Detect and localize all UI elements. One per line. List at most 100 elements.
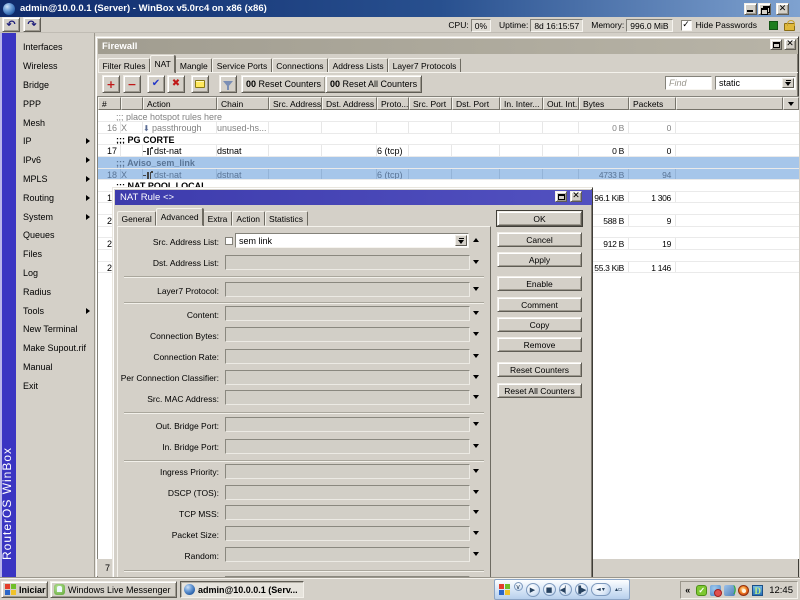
firewall-tab-nat[interactable]: NAT [149,55,176,73]
expand-arrow-icon[interactable] [473,552,479,556]
field-dropdown[interactable] [225,438,470,454]
media-previous-button[interactable]: ◀▏ [558,583,572,596]
close-icon[interactable]: ✕ [776,3,789,15]
tray-collapse-icon[interactable]: « [685,585,690,595]
sidebar-item-mpls[interactable]: MPLS [16,170,94,189]
firewall-close-icon[interactable]: ✕ [784,39,796,50]
tray-antivirus-shield-icon[interactable]: ✓ [696,584,708,596]
expand-arrow-icon[interactable] [473,311,479,315]
collapse-arrow-icon[interactable] [473,238,479,242]
undo-button[interactable]: ↶ [2,17,20,32]
enable-button[interactable]: Enable [497,276,582,291]
sidebar-item-queues[interactable]: Queues [16,226,94,245]
column-header-packets[interactable]: Packets [629,97,676,110]
sidebar-item-manual[interactable]: Manual [16,358,94,377]
dialog-maximize-icon[interactable] [555,191,567,202]
dialog-tab-statistics[interactable]: Statistics [264,211,308,226]
sidebar-item-files[interactable]: Files [16,245,94,264]
start-button[interactable]: Iniciar [1,581,48,598]
field-dropdown[interactable] [225,348,470,364]
column-header-in-inter-[interactable]: In. Inter... [500,97,543,110]
column-header-dst-port[interactable]: Dst. Port [452,97,500,110]
dialog-tab-general[interactable]: General [117,211,157,226]
dialog-close-icon[interactable]: ✕ [570,191,582,202]
column-header-proto-[interactable]: Proto... [377,97,409,110]
table-row-rule[interactable]: 17 dst-nat dstnat 6 (tcp) 0 B0 [98,145,799,158]
dialog-tab-advanced[interactable]: Advanced [156,208,204,226]
sidebar-item-exit[interactable]: Exit [16,376,94,395]
remove-button[interactable]: Remove [497,337,582,352]
enable-button[interactable]: ✔ [147,75,165,93]
sidebar-item-mesh[interactable]: Mesh [16,113,94,132]
expand-arrow-icon[interactable] [473,287,479,291]
field-dropdown[interactable] [225,327,470,343]
tray-messenger-status-icon[interactable] [710,584,723,597]
cancel-button[interactable]: Cancel [497,232,582,247]
field-dropdown[interactable] [225,254,470,270]
restore-icon[interactable] [758,3,771,15]
firewall-titlebar[interactable]: Firewall [98,39,798,54]
table-row-rule[interactable]: 18 Xdst-nat dstnat 6 (tcp) 4733 B 94 [98,168,799,181]
field-dropdown[interactable] [225,282,470,297]
dialog-titlebar[interactable]: NAT Rule <> [115,190,592,205]
field-dropdown[interactable] [225,505,470,521]
minimize-icon[interactable] [744,3,757,15]
firewall-tab-connections[interactable]: Connections [271,58,329,73]
media-stop-button[interactable]: ■ [542,583,556,596]
expand-arrow-icon[interactable] [473,422,479,427]
filter-select-arrow-icon[interactable] [782,78,794,88]
reset-all-counters-button[interactable]: Reset All Counters [497,383,582,398]
expand-arrow-icon[interactable] [473,489,479,494]
dialog-tab-action[interactable]: Action [231,211,265,226]
field-dropdown[interactable] [225,306,470,321]
column-header-icon[interactable] [121,97,143,110]
field-dropdown[interactable] [225,526,470,542]
column-menu-button[interactable] [783,97,799,110]
expand-arrow-icon[interactable] [473,374,479,379]
redo-button[interactable]: ↷ [23,17,41,32]
firewall-tab-filter-rules[interactable]: Filter Rules [98,58,150,73]
media-next-button[interactable]: ▐▶ [574,583,588,596]
taskbar-task-1[interactable]: Windows Live Messenger [50,581,177,598]
column-header--[interactable]: # [98,97,121,110]
firewall-maximize-icon[interactable] [770,39,782,50]
expand-arrow-icon[interactable] [473,443,479,448]
tray-daemon-tools-icon[interactable]: D [752,584,764,596]
firewall-tab-service-ports[interactable]: Service Ports [212,58,272,73]
sidebar-item-system[interactable]: System [16,207,94,226]
reset-counters-button[interactable]: Reset Counters [497,362,582,377]
expand-arrow-icon[interactable] [473,332,479,337]
hide-passwords-checkbox[interactable]: ✓ [680,19,692,31]
filter-select[interactable]: static [715,76,796,90]
table-row-rule[interactable]: 16 X ⬇ passthrough unused-hs... 0 B0 [98,122,799,134]
sidebar-item-new-terminal[interactable]: New Terminal [16,320,94,339]
sidebar-item-make-supout-rif[interactable]: Make Supout.rif [16,339,94,358]
table-row-comment[interactable]: ;;; Aviso_sem_link [98,157,799,169]
field-dropdown[interactable] [225,484,470,500]
firewall-tab-mangle[interactable]: Mangle [175,58,213,73]
field-input[interactable]: sem link [235,233,469,248]
taskbar-task-2[interactable]: admin@10.0.0.1 (Serv... [180,581,304,598]
sidebar-item-bridge[interactable]: Bridge [16,76,94,95]
expand-arrow-icon[interactable] [473,259,479,264]
sidebar-item-ipv6[interactable]: IPv6 [16,151,94,170]
sidebar-item-radius[interactable]: Radius [16,282,94,301]
sidebar-item-log[interactable]: Log [16,264,94,283]
add-button[interactable]: + [102,75,120,93]
column-header-out-int-[interactable]: Out. Int... [543,97,579,110]
table-row-comment[interactable]: ;;; place hotspot rules here [98,111,799,123]
comment-button[interactable]: Comment [497,297,582,312]
table-row-comment[interactable]: ;;; PG CORTE [98,134,799,146]
media-options-icon[interactable]: ▴▫ [615,586,622,593]
expand-arrow-icon[interactable] [473,531,479,536]
field-dropdown[interactable] [225,369,470,385]
filter-button[interactable] [219,75,237,93]
apply-button[interactable]: Apply [497,252,582,267]
dialog-tab-extra[interactable]: Extra [203,211,232,226]
reset-all-counters-button[interactable]: 00 Reset All Counters [325,75,423,93]
comment-button[interactable] [191,75,209,93]
copy-button[interactable]: Copy [497,317,582,332]
column-header-chain[interactable]: Chain [217,97,269,110]
find-input[interactable]: Find [665,76,712,90]
column-header-action[interactable]: Action [143,97,217,110]
